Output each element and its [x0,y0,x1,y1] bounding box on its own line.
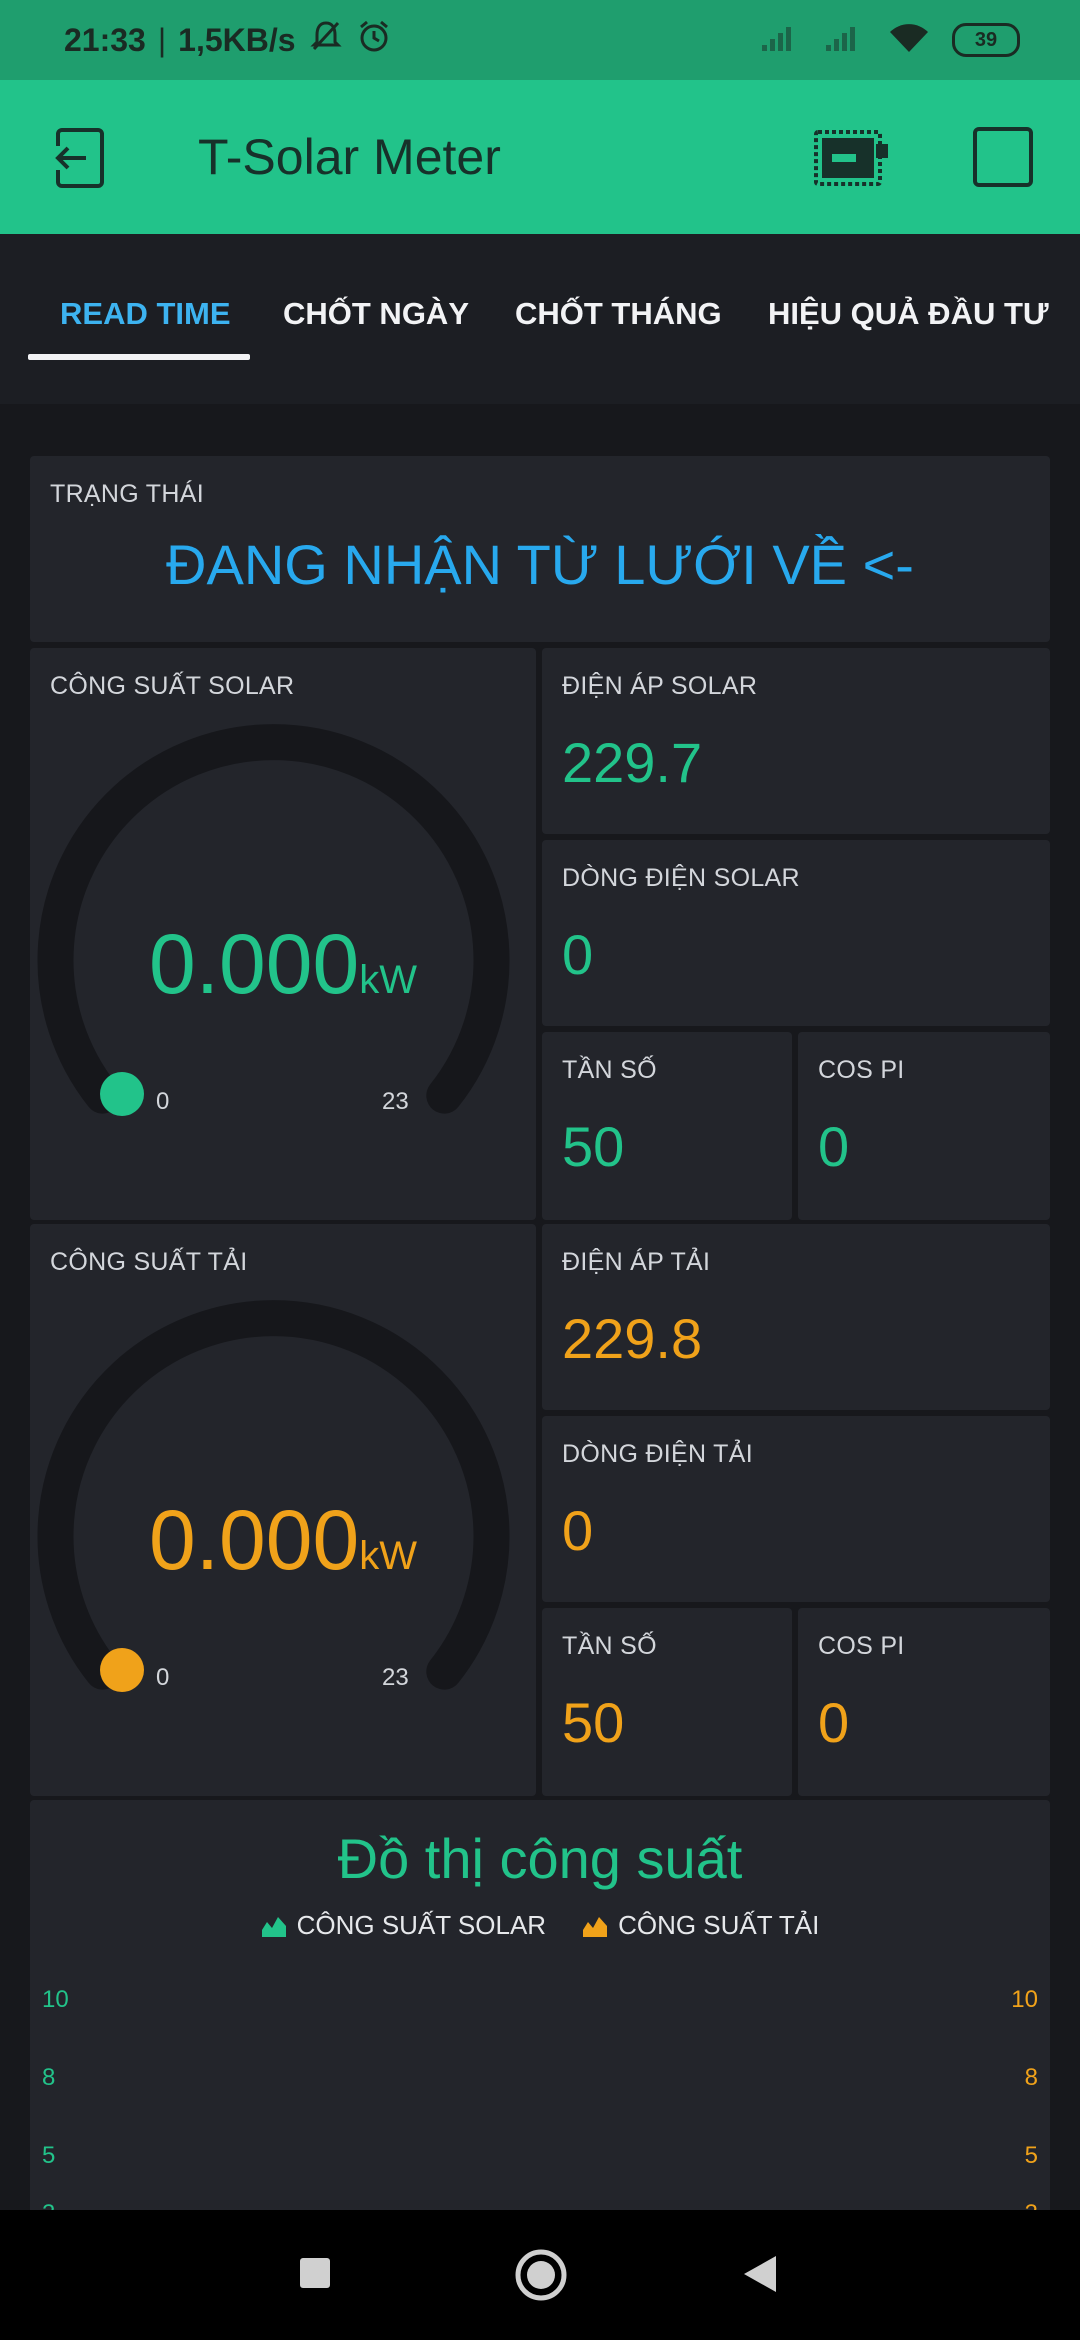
legend-item-solar[interactable]: CÔNG SUẤT SOLAR [261,1910,546,1941]
signal-icon [824,23,866,58]
solar-gauge-min: 0 [156,1088,170,1115]
solar-frequency-value: 50 [562,1115,625,1178]
solar-power-value: 0.000 [149,917,360,1011]
tab-bar: READ TIME CHỐT NGÀY CHỐT THÁNG HIỆU QUẢ … [0,234,1080,404]
y-tick-left: 10 [42,1986,69,2013]
system-nav-bar [0,2210,1080,2340]
load-power-unit: kW [359,1534,417,1578]
back-icon[interactable] [742,2254,778,2299]
load-gauge-min: 0 [156,1664,170,1691]
dashboard-content: TRẠNG THÁI ĐANG NHẬN TỪ LƯỚI VỀ <- CÔNG … [0,404,1080,2227]
load-frequency-card: TẦN SỐ 50 [542,1608,792,1796]
load-cos-phi-label: COS PI [818,1632,905,1660]
solar-power-gauge-card: CÔNG SUẤT SOLAR 0.000kW 0 23 [30,648,536,1220]
load-gauge-max: 23 [382,1664,409,1691]
load-power-value-wrap: 0.000kW [30,1492,536,1589]
y-tick-left: 8 [42,2064,56,2091]
solar-cos-phi-label: COS PI [818,1056,905,1084]
logout-icon[interactable] [44,126,110,195]
app-bar: T-Solar Meter [0,80,1080,234]
load-gauge-indicator [100,1648,144,1692]
chart-title: Đồ thị công suất [337,1827,743,1890]
solar-current-card: DÒNG ĐIỆN SOLAR 0 [542,840,1050,1026]
y-tick-right: 10 [1011,1986,1038,2013]
mute-bell-icon [308,18,344,62]
home-icon[interactable] [514,2248,568,2307]
solar-frequency-label: TẦN SỐ [562,1056,657,1084]
load-voltage-label: ĐIỆN ÁP TẢI [562,1248,711,1276]
solar-power-value-wrap: 0.000kW [30,916,536,1013]
solar-voltage-card: ĐIỆN ÁP SOLAR 229.7 [542,648,1050,834]
status-left: 21:33 | 1,5KB/s [64,0,392,80]
tab-read-time[interactable]: READ TIME [60,296,231,332]
solar-cos-phi-value: 0 [818,1115,850,1178]
load-voltage-value: 229.8 [562,1307,703,1370]
active-tab-indicator [28,354,250,360]
status-time: 21:33 [64,21,146,58]
solar-current-label: DÒNG ĐIỆN SOLAR [562,864,800,892]
legend-label-load: CÔNG SUẤT TẢI [618,1910,820,1940]
load-power-value: 0.000 [149,1493,360,1587]
status-label: TRẠNG THÁI [50,480,204,508]
solar-current-value: 0 [562,923,594,986]
status-right: 39 [760,0,1020,80]
signal-icon [760,23,802,58]
battery-level: 39 [974,28,998,51]
power-chart-card: Đồ thị công suất CÔNG SUẤT SOLAR CÔNG SU… [30,1800,1050,2227]
area-chart-icon [583,1916,608,1937]
load-frequency-label: TẦN SỐ [562,1632,657,1660]
tab-hieu-qua-dau-tu[interactable]: HIỆU QUẢ ĐẦU TƯ [768,296,1049,332]
status-value: ĐANG NHẬN TỪ LƯỚI VỀ <- [166,533,914,596]
wifi-icon [888,22,930,59]
load-cos-phi-card: COS PI 0 [798,1608,1050,1796]
tab-chot-ngay[interactable]: CHỐT NGÀY [283,296,469,332]
legend-label-solar: CÔNG SUẤT SOLAR [296,1910,547,1940]
status-separator: | [157,21,167,58]
load-frequency-value: 50 [562,1691,625,1754]
area-chart-icon [261,1916,286,1937]
recents-icon[interactable] [298,2256,332,2295]
alarm-icon [356,18,392,62]
tab-chot-thang[interactable]: CHỐT THÁNG [515,296,722,332]
device-icon[interactable] [812,128,892,193]
solar-voltage-value: 229.7 [562,731,703,794]
y-tick-right: 5 [1024,2142,1038,2169]
battery-icon: 39 [952,23,1020,57]
square-icon[interactable] [972,126,1034,193]
load-current-value: 0 [562,1499,594,1562]
solar-cos-phi-card: COS PI 0 [798,1032,1050,1220]
status-card: TRẠNG THÁI ĐANG NHẬN TỪ LƯỚI VỀ <- [30,456,1050,642]
load-current-label: DÒNG ĐIỆN TẢI [562,1440,753,1468]
load-current-card: DÒNG ĐIỆN TẢI 0 [542,1416,1050,1602]
solar-gauge-max: 23 [382,1088,409,1115]
status-bar: 21:33 | 1,5KB/s 39 [0,0,1080,80]
load-voltage-card: ĐIỆN ÁP TẢI 229.8 [542,1224,1050,1410]
solar-voltage-label: ĐIỆN ÁP SOLAR [562,672,758,700]
solar-power-unit: kW [359,958,417,1002]
load-power-gauge-card: CÔNG SUẤT TẢI 0.000kW 0 23 [30,1224,536,1796]
status-speed: 1,5KB/s [178,21,296,58]
solar-gauge-indicator [100,1072,144,1116]
y-tick-right: 8 [1024,2064,1038,2091]
load-cos-phi-value: 0 [818,1691,850,1754]
solar-frequency-card: TẦN SỐ 50 [542,1032,792,1220]
app-title: T-Solar Meter [198,129,501,185]
legend-item-load[interactable]: CÔNG SUẤT TẢI [582,1910,819,1941]
chart-legend: CÔNG SUẤT SOLAR CÔNG SUẤT TẢI [30,1910,1050,1941]
y-tick-left: 5 [42,2142,56,2169]
